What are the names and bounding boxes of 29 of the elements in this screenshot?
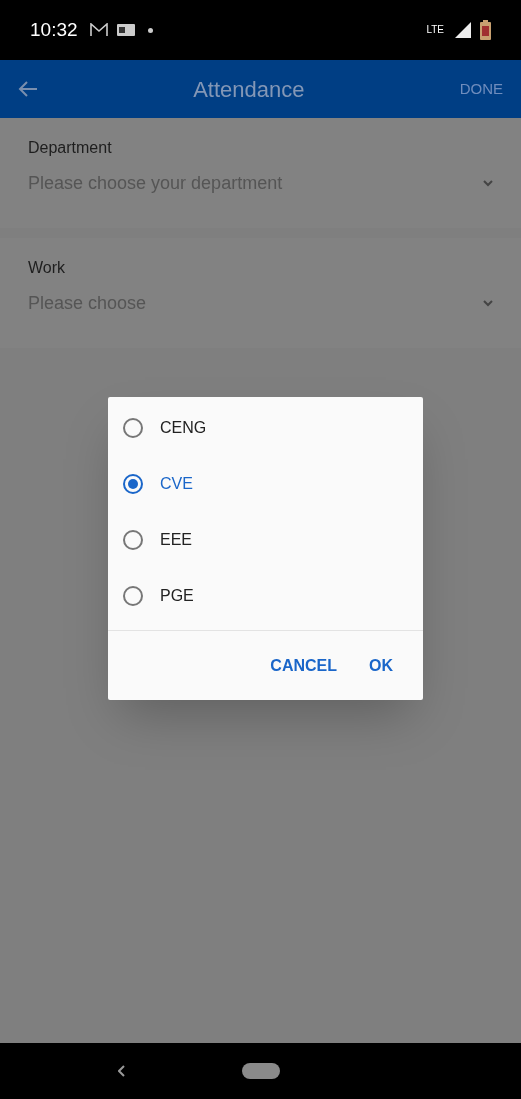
radio-button[interactable] [123, 474, 143, 494]
radio-option[interactable]: CENG [108, 400, 423, 456]
done-button[interactable]: DONE [459, 77, 503, 101]
radio-option[interactable]: PGE [108, 568, 423, 624]
radio-button[interactable] [123, 418, 143, 438]
back-arrow-icon[interactable] [18, 80, 38, 98]
option-label: CVE [160, 474, 193, 494]
envelope-icon [115, 23, 136, 37]
dialog-button[interactable]: OK [369, 653, 393, 678]
mail-icon [89, 23, 108, 37]
field-label: Department [28, 138, 113, 158]
dialog-button[interactable]: CANCEL [270, 653, 337, 678]
battery-icon [480, 20, 491, 40]
signal-icon [454, 21, 472, 39]
radio-button[interactable] [123, 586, 143, 606]
network-label: LTE [426, 25, 444, 35]
field-label: Work [28, 258, 67, 278]
status-time: 10:32 [30, 17, 78, 42]
option-label: EEE [160, 530, 192, 550]
screen-title: Attendance [192, 75, 306, 104]
option-label: CENG [160, 418, 207, 438]
chevron-down-icon [483, 180, 493, 187]
radio-option[interactable]: CVE [108, 456, 423, 512]
chevron-down-icon [483, 300, 493, 307]
option-label: PGE [160, 586, 194, 606]
back-icon[interactable] [118, 1065, 126, 1077]
home-button[interactable] [242, 1063, 280, 1079]
radio-button[interactable] [123, 530, 143, 550]
radio-option[interactable]: EEE [108, 512, 423, 568]
